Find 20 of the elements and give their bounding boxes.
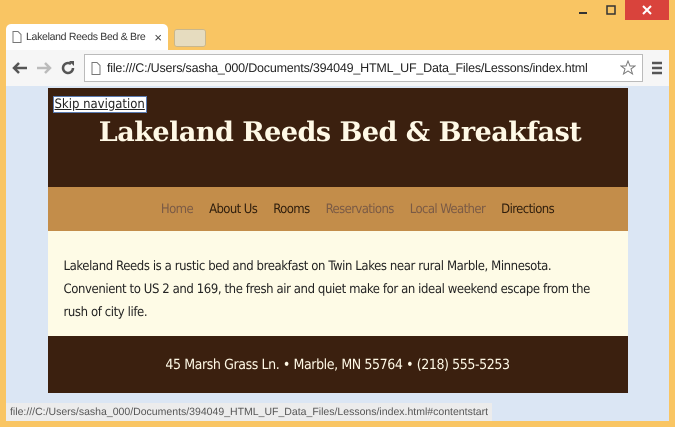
address-bar[interactable]: file:///C:/Users/sasha_000/Documents/394049_HTML_UF_Data_Files/Lessons/index.html — [84, 54, 643, 82]
tab-title: Lakeland Reeds Bed & Bre — [26, 31, 146, 43]
nav-link[interactable]: About Us — [209, 202, 258, 216]
page-icon — [12, 31, 22, 43]
close-icon[interactable] — [625, 0, 669, 20]
page-icon — [91, 62, 101, 74]
skip-navigation-link[interactable]: Skip navigation — [52, 96, 147, 113]
address-text: file:///C:/Users/sasha_000/Documents/394049_HTML_UF_Data_Files/Lessons/index.html — [107, 61, 589, 75]
nav-link[interactable]: Rooms — [273, 202, 310, 216]
site-title: Lakeland Reeds Bed & Breakfast — [98, 117, 582, 148]
back-icon[interactable] — [12, 61, 28, 75]
intro-paragraph: Lakeland Reeds is a rustic bed and breakfast on Twin Lakes near rural Marble, Minnesota. Convenient to US 2 and 169, the fresh air and quiet make for an ideal weekend escape from the rush of city life. — [64, 258, 591, 322]
reload-icon[interactable] — [60, 60, 76, 76]
status-bar: file:///C:/Users/sasha_000/Documents/394049_HTML_UF_Data_Files/Lessons/index.html#contentstart — [6, 403, 492, 421]
tab-close-button[interactable]: × — [154, 30, 162, 44]
star-icon[interactable] — [620, 60, 636, 76]
nav-link[interactable]: Directions — [501, 202, 554, 216]
address-text: 45 Marsh Grass Ln. • Marble, MN 55764 • (218) 555-5253 — [165, 356, 510, 372]
browser-tab[interactable]: Lakeland Reeds Bed & Bre × — [6, 24, 168, 50]
menu-icon[interactable] — [651, 61, 663, 75]
